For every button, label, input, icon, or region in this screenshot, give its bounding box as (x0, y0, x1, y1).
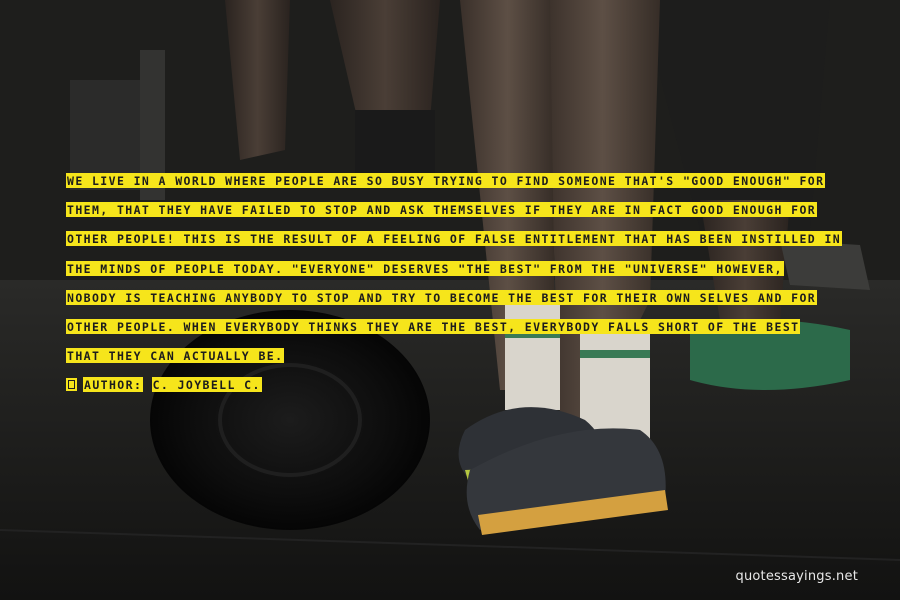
quote-image: WE LIVE IN A WORLD WHERE PEOPLE ARE SO B… (0, 0, 900, 600)
quote-line: OTHER PEOPLE. WHEN EVERYBODY THINKS THEY… (66, 318, 801, 334)
quote-line: OTHER PEOPLE! THIS IS THE RESULT OF A FE… (66, 231, 843, 247)
quote-line: THAT THEY CAN ACTUALLY BE. (66, 348, 285, 364)
quote-line: NOBODY IS TEACHING ANYBODY TO STOP AND T… (66, 289, 818, 305)
author-name: C. JOYBELL C. (151, 377, 262, 393)
author-label: AUTHOR: (83, 377, 144, 393)
quote-text: WE LIVE IN A WORLD WHERE PEOPLE ARE SO B… (66, 167, 843, 401)
site-watermark: quotessayings.net (735, 569, 858, 584)
author-icon (66, 378, 77, 392)
quote-line: THE MINDS OF PEOPLE TODAY. "EVERYONE" DE… (66, 260, 784, 276)
quote-line: WE LIVE IN A WORLD WHERE PEOPLE ARE SO B… (66, 173, 826, 188)
author-attribution: AUTHOR: C. JOYBELL C. (66, 371, 838, 400)
quote-line: THEM, THAT THEY HAVE FAILED TO STOP AND … (66, 202, 818, 218)
